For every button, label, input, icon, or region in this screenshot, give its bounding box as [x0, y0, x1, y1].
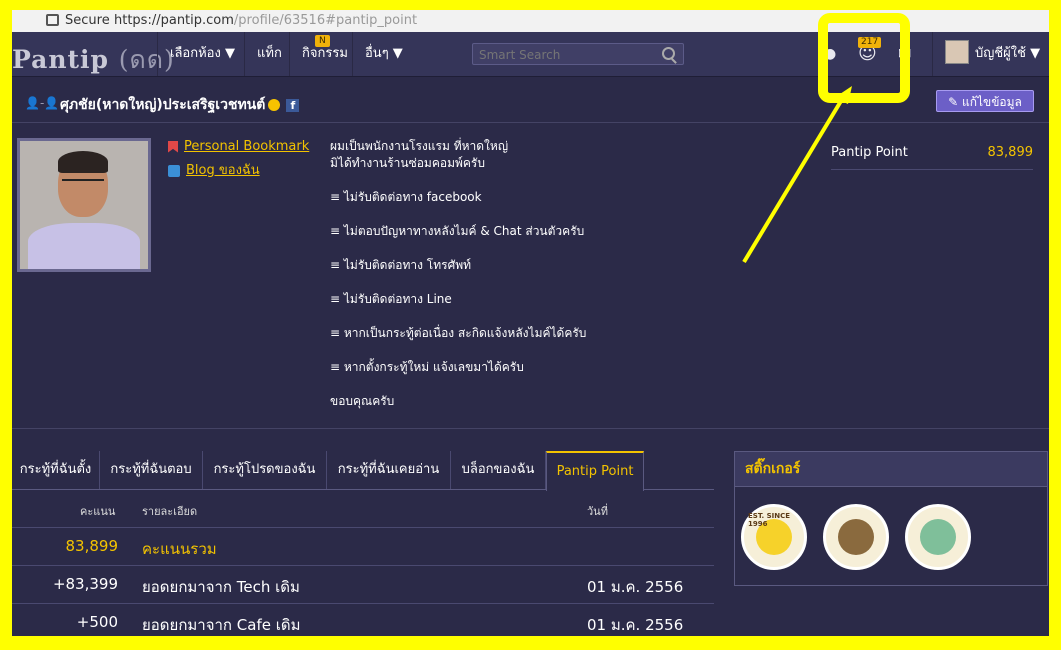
tab-my-replies[interactable]: กระทู้ที่ฉันตอบ — [100, 451, 203, 489]
url-text[interactable]: https://pantip.com/profile/63516#pantip_… — [114, 13, 417, 28]
row-points: +83,399 — [52, 575, 118, 593]
sticker-sailor[interactable] — [905, 504, 971, 570]
blog-link[interactable]: Blog ของฉัน — [186, 163, 260, 178]
secure-label: Secure — [65, 13, 110, 28]
pantip-point-value: 83,899 — [987, 145, 1034, 160]
sticker-smiley[interactable]: EST. SINCE 1996 — [741, 504, 807, 570]
users-icon: 👤-👤 — [25, 96, 60, 110]
smile-icon — [268, 99, 281, 111]
lock-icon — [46, 14, 59, 26]
profile-name: ศุภชัย(หาดใหญ่)ประเสริฐเวชทนต์ f — [60, 94, 300, 116]
smart-search[interactable] — [472, 43, 684, 65]
search-input[interactable] — [473, 45, 655, 65]
tab-read-topics[interactable]: กระทู้ที่ฉันเคยอ่าน — [327, 451, 451, 489]
nav-more[interactable]: อื่นๆ ▼ — [352, 32, 415, 76]
facebook-icon[interactable]: f — [286, 98, 300, 112]
row-points: +500 — [76, 613, 118, 631]
about-line: ≡ ไม่รับติดต่อทาง facebook — [330, 190, 482, 204]
sticker-panel: สติ๊กเกอร์ EST. SINCE 1996 — [734, 451, 1048, 586]
about-text: ผมเป็นพนักงานโรงแรม ที่หาดใหญ่ มิได้ทำงา… — [330, 138, 586, 410]
pantip-point-summary: Pantip Point 83,899 — [831, 145, 1033, 170]
bookmark-icon — [168, 140, 178, 153]
personal-bookmark-link[interactable]: Personal Bookmark — [184, 139, 309, 154]
profile-photo — [17, 138, 151, 272]
about-line: ≡ ไม่รับติดต่อทาง โทรศัพท์ — [330, 258, 472, 272]
profile-tabs: กระทู้ที่ฉันตั้ง กระทู้ที่ฉันตอบ กระทู้โ… — [12, 451, 714, 491]
avatar — [945, 39, 969, 64]
browser-window: Secure https://pantip.com/profile/63516#… — [12, 10, 1049, 636]
profile-body: Personal Bookmark Blog ของฉัน ผมเป็นพนัก… — [12, 123, 1049, 429]
table-row: +83,399 ยอดยกมาจาก Tech เดิม 01 ม.ค. 255… — [12, 565, 714, 604]
header-points: คะแนน — [80, 505, 116, 518]
table-row: 83,899 คะแนนรวม — [12, 527, 714, 566]
new-badge: N — [315, 35, 330, 47]
sticker-ship[interactable] — [823, 504, 889, 570]
profile-links: Personal Bookmark Blog ของฉัน — [168, 139, 309, 185]
table-row: +500 ยอดยกมาจาก Cafe เดิม 01 ม.ค. 2556 — [12, 603, 714, 636]
nav-activities-label: กิจกรรม — [302, 46, 348, 61]
account-menu[interactable]: บัญชีผู้ใช้ ▼ — [932, 32, 1040, 76]
row-points: 83,899 — [65, 537, 119, 555]
tab-favorite-topics[interactable]: กระทู้โปรดของฉัน — [203, 451, 327, 489]
row-date: 01 ม.ค. 2556 — [587, 578, 684, 596]
about-line: ขอบคุณครับ — [330, 394, 395, 408]
about-line: ≡ หากเป็นกระทู้ต่อเนื่อง สะกิดแจ้งหลังไม… — [330, 326, 587, 340]
about-line: ≡ หากตั้งกระทู้ใหม่ แจ้งเลขมาได้ครับ — [330, 360, 524, 374]
points-table-header: คะแนน รายละเอียด วันที่ — [12, 489, 714, 528]
header-date: วันที่ — [587, 505, 608, 518]
nav-choose-room[interactable]: เลือกห้อง ▼ — [157, 32, 247, 76]
blog-icon — [168, 164, 180, 177]
annotation-highlight-box — [818, 13, 910, 103]
header-detail: รายละเอียด — [142, 505, 198, 518]
tab-my-blog[interactable]: บล็อกของฉัน — [451, 451, 546, 489]
nav-activities[interactable]: กิจกรรม N — [289, 32, 360, 76]
pantip-point-label: Pantip Point — [831, 145, 908, 160]
row-detail: ยอดยกมาจาก Tech เดิม — [142, 578, 300, 596]
nav-tags[interactable]: แท็ก — [244, 32, 294, 76]
about-line: ผมเป็นพนักงานโรงแรม ที่หาดใหญ่ — [330, 139, 509, 153]
tab-my-topics[interactable]: กระทู้ที่ฉันตั้ง — [12, 451, 100, 489]
row-date: 01 ม.ค. 2556 — [587, 616, 684, 634]
about-line: ≡ ไม่ตอบปัญหาทางหลังไมค์ & Chat ส่วนตัวค… — [330, 224, 585, 238]
row-detail: ยอดยกมาจาก Cafe เดิม — [142, 616, 301, 634]
about-line: ≡ ไม่รับติดต่อทาง Line — [330, 292, 452, 306]
pantip-logo[interactable]: Pantip (ดด) — [12, 40, 175, 80]
row-detail: คะแนนรวม — [142, 540, 217, 558]
tab-pantip-point[interactable]: Pantip Point — [546, 451, 644, 491]
edit-profile-button[interactable]: ✎ แก้ไขข้อมูล — [936, 90, 1034, 112]
search-icon[interactable] — [662, 47, 675, 60]
account-label: บัญชีผู้ใช้ ▼ — [975, 46, 1041, 61]
about-line: มิได้ทำงานร้านซ่อมคอมพ์ครับ — [330, 156, 485, 170]
sticker-title: สติ๊กเกอร์ — [735, 452, 1047, 487]
